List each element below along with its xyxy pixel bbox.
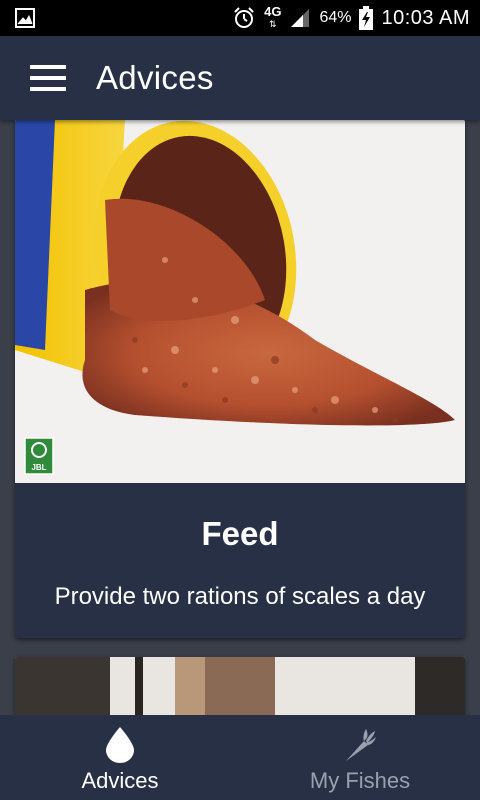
advice-list[interactable]: JBL Feed Provide two rations of scales a… [0,120,480,715]
network-type-label: 4G [264,4,282,19]
clock: 10:03 AM [381,6,470,29]
card-description: Provide two rations of scales a day [54,583,426,610]
signal-icon [289,7,311,29]
drop-icon [106,727,134,763]
advice-card-next[interactable] [15,657,465,715]
menu-button[interactable] [0,36,96,120]
gallery-notification-icon [14,7,36,29]
fish-food-image: JBL [15,120,465,483]
carrot-icon [342,727,378,763]
alarm-icon [232,6,256,30]
advice-card-feed[interactable]: JBL Feed Provide two rations of scales a… [15,120,465,638]
nav-my-fishes-label: My Fishes [309,768,411,793]
data-arrows-icon: ⇅ [269,19,277,29]
card-image-partial [15,657,465,715]
jbl-logo: JBL [31,463,47,472]
battery-percent: 64% [319,9,352,26]
bottom-navigation: Advices My Fishes [0,715,480,800]
card-title: Feed [201,515,279,552]
page-title: Advices [96,59,214,96]
nav-advices-label: Advices [81,768,159,793]
battery-charging-icon [359,6,374,30]
network-type: 4G ⇅ [264,4,282,30]
status-bar: 4G ⇅ 64% 10:03 AM [0,0,480,36]
nav-advices[interactable]: Advices [0,715,240,800]
hamburger-menu-icon [30,65,66,91]
nav-my-fishes[interactable]: My Fishes [240,715,480,800]
app-bar: Advices [0,36,480,120]
